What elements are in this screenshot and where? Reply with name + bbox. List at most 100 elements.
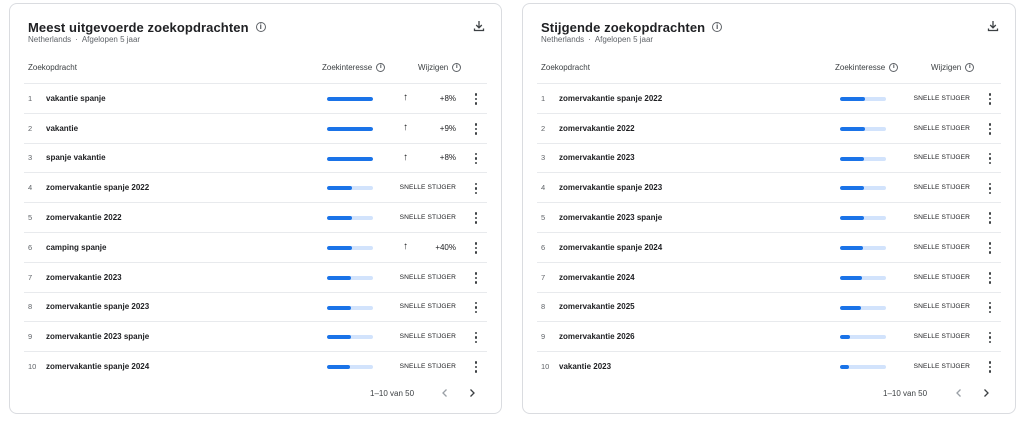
period-label: Afgelopen 5 jaar	[81, 35, 141, 44]
row-query: zomervakantie 2024	[559, 272, 635, 282]
info-icon[interactable]: i	[712, 22, 723, 32]
breakout-badge: SNELLE STIJGER	[913, 184, 970, 192]
interest-bar-fill	[327, 245, 353, 250]
pagination-label: 1–10 van 50	[370, 389, 415, 398]
more-vert-icon[interactable]	[471, 181, 481, 195]
more-dot	[988, 281, 992, 284]
change-percent: +8%	[439, 153, 456, 163]
interest-bar-fill	[840, 335, 851, 340]
interest-bar-fill	[327, 97, 373, 101]
table-row[interactable]: 5 zomervakantie 2022 SNELLE STIJGER	[24, 202, 487, 232]
more-vert-icon[interactable]	[985, 301, 995, 315]
info-icon[interactable]: i	[965, 62, 975, 72]
table-row[interactable]: 6 zomervakantie spanje 2024 SNELLE STIJGER	[537, 231, 1001, 262]
table-row[interactable]: 4 zomervakantie spanje 2023 SNELLE STIJGER	[537, 172, 1001, 202]
more-dot	[988, 361, 992, 364]
table-row[interactable]: 3 spanje vakantie ↑ +8%	[24, 142, 487, 173]
interest-bar	[840, 156, 886, 161]
breakout-badge: SNELLE STIJGER	[913, 333, 970, 341]
row-rank: 8	[28, 302, 33, 312]
interest-bar	[327, 365, 373, 370]
interest-bar-fill	[327, 335, 351, 340]
table-row[interactable]: 8 zomervakantie 2025 SNELLE STIJGER	[537, 291, 1001, 322]
table-row[interactable]: 7 zomervakantie 2024 SNELLE STIJGER	[537, 261, 1001, 292]
table-row[interactable]: 5 zomervakantie 2023 spanje SNELLE STIJGER	[537, 202, 1001, 232]
breakout-badge: SNELLE STIJGER	[913, 124, 970, 132]
more-dot	[988, 272, 992, 275]
info-icon[interactable]: i	[376, 62, 386, 72]
breakout-badge: SNELLE STIJGER	[913, 273, 970, 281]
panel-subtitle: Netherlands · Afgelopen 5 jaar	[541, 35, 653, 44]
more-dot	[988, 331, 992, 335]
table-row[interactable]: 4 zomervakantie spanje 2022 SNELLE STIJGER	[24, 172, 487, 202]
info-icon[interactable]: i	[889, 62, 899, 72]
previous-page-button[interactable]	[951, 385, 967, 401]
more-vert-icon[interactable]	[985, 211, 995, 225]
table-row[interactable]: 2 vakantie ↑ +9%	[24, 112, 487, 143]
breakout-badge: SNELLE STIJGER	[913, 363, 970, 371]
table-row[interactable]: 2 zomervakantie 2022 SNELLE STIJGER	[537, 112, 1001, 143]
more-dot	[474, 246, 478, 250]
more-dot	[474, 182, 478, 186]
interest-bar	[840, 216, 886, 221]
row-query: zomervakantie 2026	[559, 332, 635, 342]
more-vert-icon[interactable]	[471, 301, 481, 315]
download-icon	[473, 21, 485, 32]
table-row[interactable]: 7 zomervakantie 2023 SNELLE STIJGER	[24, 261, 487, 292]
table-row[interactable]: 10 vakantie 2023 SNELLE STIJGER	[537, 351, 1001, 381]
download-button[interactable]	[985, 18, 1001, 34]
table-row[interactable]: 10 zomervakantie spanje 2024 SNELLE STIJGE…	[24, 351, 487, 381]
interest-bar-fill	[327, 305, 351, 310]
more-vert-icon[interactable]	[471, 122, 481, 136]
table-row[interactable]: 9 zomervakantie 2023 spanje SNELLE STIJGER	[24, 321, 487, 351]
table-row[interactable]: 1 vakantie spanje ↑ +8%	[24, 83, 487, 113]
more-vert-icon[interactable]	[985, 360, 995, 374]
query-list: 1 zomervakantie spanje 2022 SNELLE STIJGER…	[537, 83, 1001, 381]
panel-title: Stijgende zoekopdrachten	[541, 19, 706, 35]
info-icon[interactable]: i	[255, 22, 266, 32]
next-page-button[interactable]	[978, 385, 994, 401]
region-label: Netherlands	[541, 35, 585, 44]
row-query: zomervakantie 2022	[559, 123, 635, 133]
table-row[interactable]: 8 zomervakantie spanje 2023 SNELLE STIJGER	[24, 291, 487, 322]
more-vert-icon[interactable]	[985, 181, 995, 195]
interest-bar-fill	[840, 275, 863, 280]
previous-page-button[interactable]	[437, 385, 453, 401]
more-vert-icon[interactable]	[471, 92, 481, 106]
more-vert-icon[interactable]	[985, 271, 995, 285]
more-dot	[474, 161, 478, 165]
more-dot	[474, 132, 478, 135]
row-rank: 10	[28, 362, 37, 372]
more-dot	[988, 152, 992, 156]
region-label: Netherlands	[28, 35, 72, 44]
interest-bar	[327, 97, 373, 101]
info-icon[interactable]: i	[452, 62, 462, 72]
more-vert-icon[interactable]	[985, 330, 995, 344]
more-dot	[988, 132, 992, 135]
row-query: zomervakantie spanje 2024	[46, 362, 150, 372]
more-vert-icon[interactable]	[471, 211, 481, 225]
more-vert-icon[interactable]	[985, 122, 995, 136]
download-button[interactable]	[471, 18, 487, 34]
row-rank: 6	[541, 242, 546, 252]
interest-bar-fill	[840, 365, 850, 370]
next-page-button[interactable]	[464, 385, 480, 401]
more-vert-icon[interactable]	[985, 92, 995, 106]
top-queries-panel: Meest uitgevoerde zoekopdrachten i Nethe…	[9, 3, 502, 414]
table-row[interactable]: 9 zomervakantie 2026 SNELLE STIJGER	[537, 321, 1001, 351]
column-header-change: Wijzigen i	[418, 60, 462, 74]
table-row[interactable]: 3 zomervakantie 2023 SNELLE STIJGER	[537, 142, 1001, 173]
more-vert-icon[interactable]	[985, 152, 995, 166]
more-vert-icon[interactable]	[471, 152, 481, 166]
more-dot	[988, 365, 992, 369]
more-vert-icon[interactable]	[471, 360, 481, 374]
more-vert-icon[interactable]	[471, 241, 481, 255]
more-dot	[474, 310, 478, 314]
more-vert-icon[interactable]	[471, 271, 481, 285]
table-row[interactable]: 6 camping spanje ↑ +40%	[24, 231, 487, 262]
more-dot	[474, 123, 478, 126]
table-row[interactable]: 1 zomervakantie spanje 2022 SNELLE STIJGER	[537, 83, 1001, 113]
more-vert-icon[interactable]	[471, 330, 481, 344]
column-header-interest: Zoekinteresse i	[835, 60, 899, 74]
more-vert-icon[interactable]	[985, 241, 995, 255]
